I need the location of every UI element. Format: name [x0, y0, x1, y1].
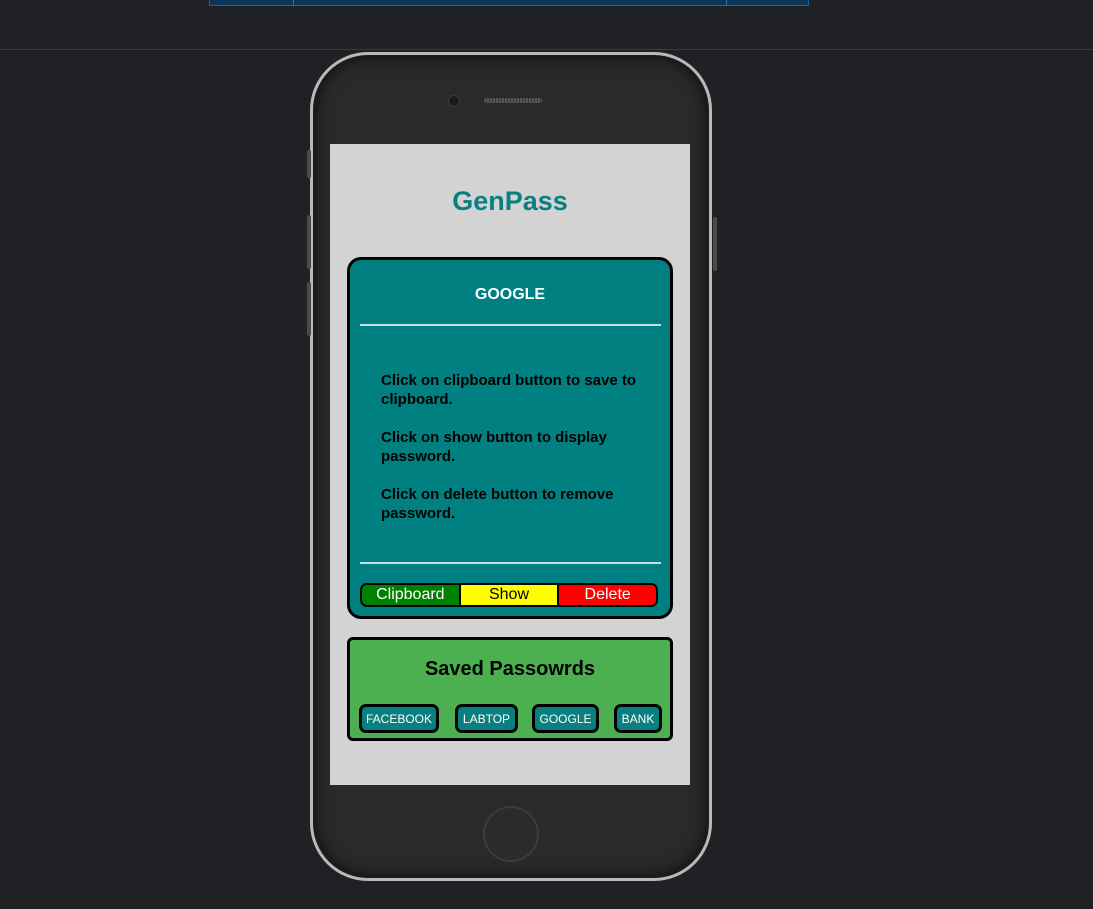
instructions: Click on clipboard button to save to cli… [381, 371, 651, 542]
toolbar-divider [726, 0, 727, 6]
card-title: GOOGLE [474, 286, 546, 303]
volume-up-button [307, 215, 311, 269]
clipboard-button[interactable]: Clipboard [362, 585, 461, 605]
instruction-show: Click on show button to display password… [381, 429, 607, 465]
card-divider-top [360, 324, 661, 326]
front-camera-icon [448, 95, 460, 107]
saved-passwords-title: Saved Passowrds [424, 658, 596, 680]
instruction-delete: Click on delete button to remove passwor… [381, 486, 614, 522]
delete-button[interactable]: Delete [559, 585, 656, 605]
saved-item-google[interactable]: GOOGLE [532, 704, 599, 733]
toolbar-divider [293, 0, 294, 6]
phone-frame: GenPass GOOGLE Click on clipboard button… [307, 52, 717, 881]
instruction-clipboard: Click on clipboard button to save to cli… [381, 372, 637, 408]
saved-item-labtop[interactable]: LABTOP [455, 704, 518, 733]
card-actions: Clipboard Show Delete [360, 583, 658, 607]
saved-item-facebook[interactable]: FACEBOOK [359, 704, 439, 733]
power-button [713, 217, 717, 271]
phone-screen: GenPass GOOGLE Click on clipboard button… [330, 144, 690, 785]
saved-item-bank[interactable]: BANK [614, 704, 662, 733]
top-toolbar-strip [209, 0, 809, 6]
show-button[interactable]: Show [460, 585, 560, 605]
password-card: GOOGLE Click on clipboard button to save… [347, 257, 673, 619]
saved-passwords-panel: Saved Passowrds FACEBOOK LABTOP GOOGLE B… [347, 637, 673, 741]
volume-down-button [307, 282, 311, 336]
speaker-grille [484, 98, 542, 103]
card-divider-bottom [360, 562, 661, 564]
home-button[interactable] [483, 806, 539, 862]
header-divider [0, 49, 1093, 50]
app-title: GenPass [452, 186, 568, 216]
mute-switch [307, 150, 311, 178]
